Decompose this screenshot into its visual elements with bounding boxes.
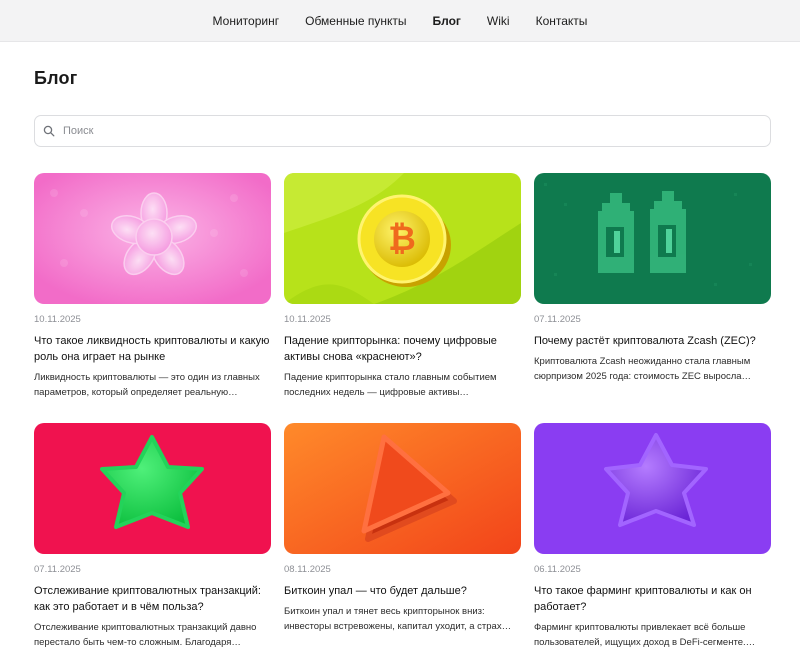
- post-title[interactable]: Что такое ликвидность криптовалюты и как…: [34, 333, 271, 365]
- post-date: 07.11.2025: [34, 564, 81, 575]
- card-image[interactable]: [34, 423, 271, 554]
- nav-item-wiki[interactable]: Wiki: [474, 0, 523, 42]
- post-title[interactable]: Отслеживание криптовалютных транзакций: …: [34, 583, 271, 615]
- post-date: 07.11.2025: [534, 314, 581, 325]
- blog-card[interactable]: 07.11.2025 Почему растёт криптовалюта Zc…: [534, 173, 771, 384]
- post-date: 08.11.2025: [284, 564, 331, 575]
- nav-item-monitoring[interactable]: Мониторинг: [200, 0, 293, 42]
- pixel-bottles-image: [534, 173, 771, 304]
- search-box[interactable]: [34, 115, 771, 147]
- nav-item-blog[interactable]: Блог: [420, 0, 474, 42]
- post-excerpt: Падение крипторынка стало главным событи…: [284, 372, 497, 398]
- card-image[interactable]: [534, 423, 771, 554]
- page-title: Блог: [34, 68, 78, 88]
- post-excerpt: Биткоин упал и тянет весь крипторынок вн…: [284, 606, 512, 632]
- post-date: 10.11.2025: [34, 314, 81, 325]
- card-image[interactable]: ₿: [284, 173, 521, 304]
- pink-flower-image: [34, 173, 271, 304]
- blog-card[interactable]: ₿ 10.11.2025 Падение крипторынка: почему…: [284, 173, 521, 400]
- nav-item-exchangers[interactable]: Обменные пункты: [292, 0, 419, 42]
- nav-item-contacts[interactable]: Контакты: [523, 0, 601, 42]
- blog-card[interactable]: 06.11.2025 Что такое фарминг криптовалют…: [534, 423, 771, 650]
- post-excerpt: Фарминг криптовалюты привлекает всё боль…: [534, 622, 756, 648]
- blog-card[interactable]: 10.11.2025 Что такое ликвидность криптов…: [34, 173, 271, 400]
- red-play-triangle-image: [284, 423, 521, 554]
- card-image[interactable]: [34, 173, 271, 304]
- post-title[interactable]: Биткоин упал — что будет дальше?: [284, 583, 521, 599]
- card-image[interactable]: [284, 423, 521, 554]
- search-input[interactable]: [63, 125, 743, 137]
- blog-card[interactable]: 08.11.2025 Биткоин упал — что будет даль…: [284, 423, 521, 634]
- card-image[interactable]: [534, 173, 771, 304]
- post-title[interactable]: Падение крипторынка: почему цифровые акт…: [284, 333, 521, 365]
- bitcoin-coin-image: ₿: [284, 173, 521, 304]
- post-date: 06.11.2025: [534, 564, 581, 575]
- post-excerpt: Отслеживание криптовалютных транзакций д…: [34, 622, 257, 648]
- post-title[interactable]: Что такое фарминг криптовалюты и как он …: [534, 583, 771, 615]
- post-excerpt: Криптовалюта Zcash неожиданно стала глав…: [534, 356, 752, 382]
- post-excerpt: Ликвидность криптовалюты — это один из г…: [34, 372, 260, 398]
- post-date: 10.11.2025: [284, 314, 331, 325]
- purple-star-image: [534, 423, 771, 554]
- search-icon: [43, 125, 55, 137]
- post-title[interactable]: Почему растёт криптовалюта Zcash (ZEC)?: [534, 333, 771, 349]
- blog-card[interactable]: 07.11.2025 Отслеживание криптовалютных т…: [34, 423, 271, 650]
- svg-text:₿: ₿: [388, 220, 416, 258]
- top-navigation: Мониторинг Обменные пункты Блог Wiki Кон…: [0, 0, 800, 42]
- green-star-image: [34, 423, 271, 554]
